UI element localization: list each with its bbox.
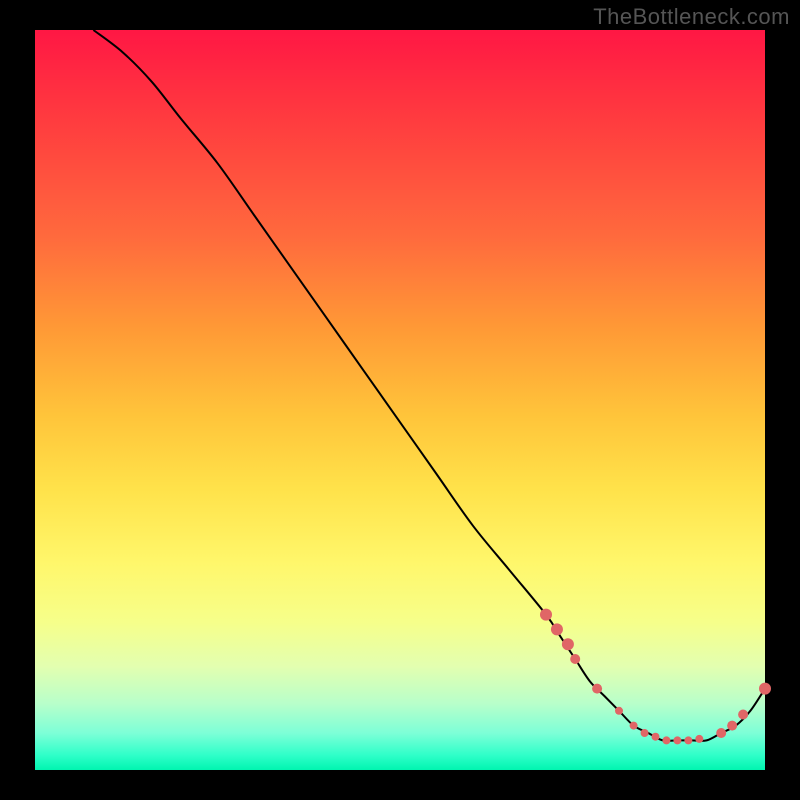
data-marker [562, 638, 574, 650]
data-marker [615, 707, 623, 715]
markers-layer [540, 609, 771, 745]
data-marker [759, 683, 771, 695]
data-marker [540, 609, 552, 621]
data-marker [652, 733, 660, 741]
data-marker [641, 729, 649, 737]
bottleneck-curve [93, 30, 765, 741]
data-marker [727, 721, 737, 731]
data-marker [551, 623, 563, 635]
data-marker [684, 736, 692, 744]
data-marker [695, 735, 703, 743]
data-marker [630, 722, 638, 730]
data-marker [570, 654, 580, 664]
watermark-text: TheBottleneck.com [593, 4, 790, 30]
curve-layer [93, 30, 765, 741]
data-marker [738, 710, 748, 720]
data-marker [673, 736, 681, 744]
plot-area [35, 30, 765, 770]
chart-svg [35, 30, 765, 770]
data-marker [662, 736, 670, 744]
data-marker [716, 728, 726, 738]
chart-frame: TheBottleneck.com [0, 0, 800, 800]
data-marker [592, 684, 602, 694]
